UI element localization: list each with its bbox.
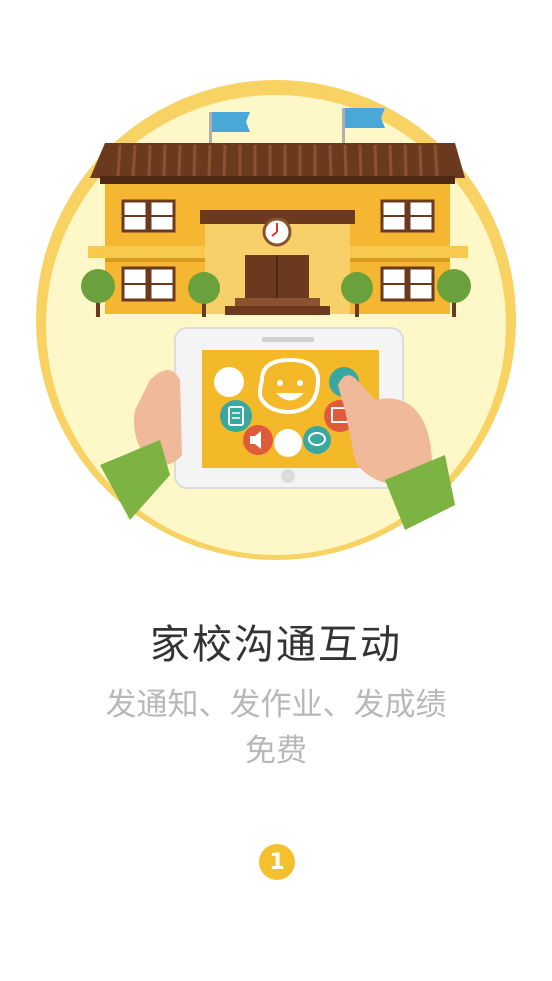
- onboarding-illustration: [36, 80, 516, 560]
- placeholder-app-icon: [214, 367, 244, 397]
- face-icon: [258, 357, 321, 415]
- notepad-icon: [220, 400, 252, 432]
- subtitle-line: 发通知、发作业、发成绩: [105, 687, 447, 723]
- subtitle-line: 免费: [245, 733, 307, 769]
- page-indicator[interactable]: 1: [259, 844, 295, 880]
- onboarding-subtitle: 发通知、发作业、发成绩 免费: [0, 682, 552, 774]
- chat-icon: [303, 426, 331, 454]
- placeholder-app-icon: [274, 429, 302, 457]
- onboarding-title: 家校沟通互动: [150, 622, 402, 668]
